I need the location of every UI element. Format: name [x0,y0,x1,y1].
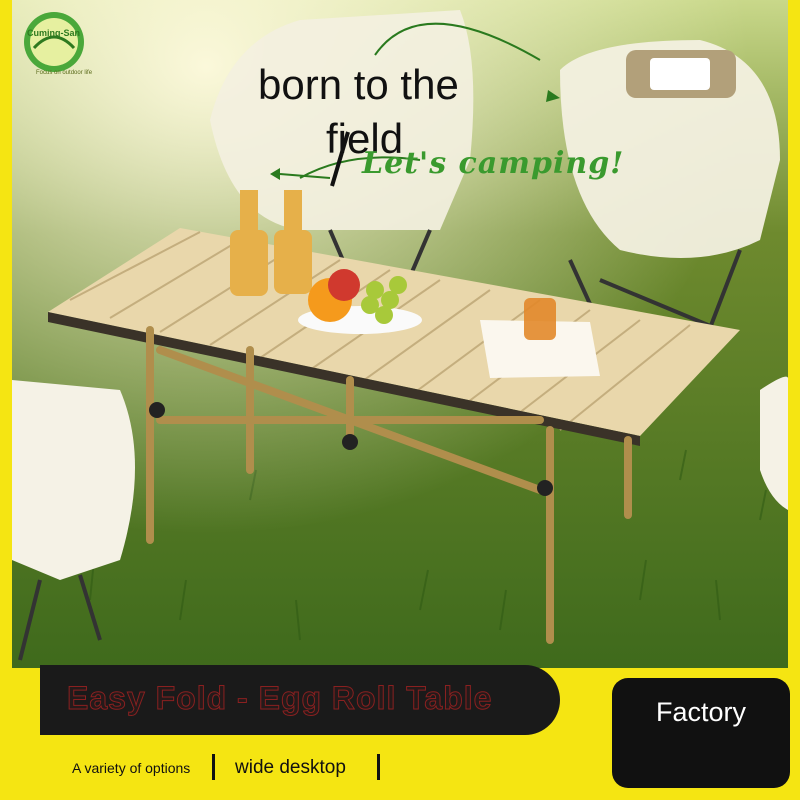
logo-tagline: Focus on outdoor life [36,70,93,76]
tag-divider [212,754,215,780]
feature-tags: A variety of options wide desktop [0,740,560,800]
script-slogan: Let's camping! [362,146,625,181]
factory-button[interactable]: Factory [612,678,790,788]
tag-wide-desktop: wide desktop [235,757,346,778]
tag-variety-options: A variety of options [72,760,191,776]
headline-line-1: born to the [258,61,459,108]
tag-divider [377,754,380,780]
logo-brand-text: Cuming-San [27,28,80,38]
product-banner: Cuming-San Focus on outdoor life born to… [0,0,800,800]
product-title: Easy Fold - Egg Roll Table [66,680,493,717]
